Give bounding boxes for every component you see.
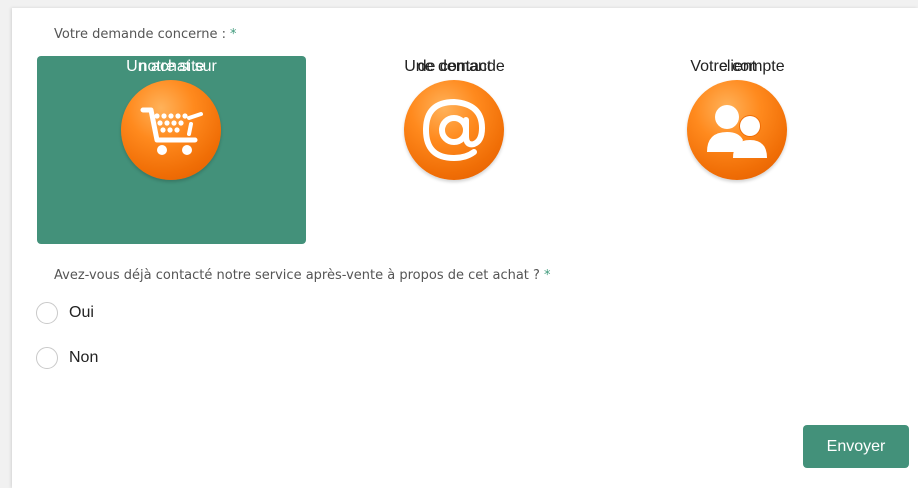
choice-contact[interactable]: Une demande de contact <box>320 56 589 244</box>
required-marker: * <box>543 268 551 283</box>
radio-option-non[interactable]: Non <box>36 346 98 370</box>
required-marker: * <box>229 27 237 42</box>
choice-purchase-line2: notre site <box>138 58 205 75</box>
radio-button[interactable] <box>36 302 58 324</box>
choice-purchase[interactable]: Un achat sur notre site <box>37 56 306 244</box>
submit-button[interactable]: Envoyer <box>803 425 909 468</box>
choice-contact-line2: de contact <box>417 58 492 75</box>
request-type-label-text: Votre demande concerne : <box>54 27 226 42</box>
shopping-cart-icon <box>121 80 221 180</box>
choice-account[interactable]: Votre compte client <box>603 56 872 244</box>
request-type-label: Votre demande concerne : * <box>54 27 236 42</box>
choice-account-line2: client <box>718 58 757 75</box>
radio-label-non: Non <box>69 349 99 366</box>
users-icon <box>687 80 787 180</box>
radio-button[interactable] <box>36 347 58 369</box>
radio-label-oui: Oui <box>69 304 94 321</box>
radio-option-oui[interactable]: Oui <box>36 301 94 325</box>
prior-contact-label: Avez-vous déjà contacté notre service ap… <box>54 268 550 283</box>
at-sign-icon <box>404 80 504 180</box>
prior-contact-label-text: Avez-vous déjà contacté notre service ap… <box>54 268 540 283</box>
